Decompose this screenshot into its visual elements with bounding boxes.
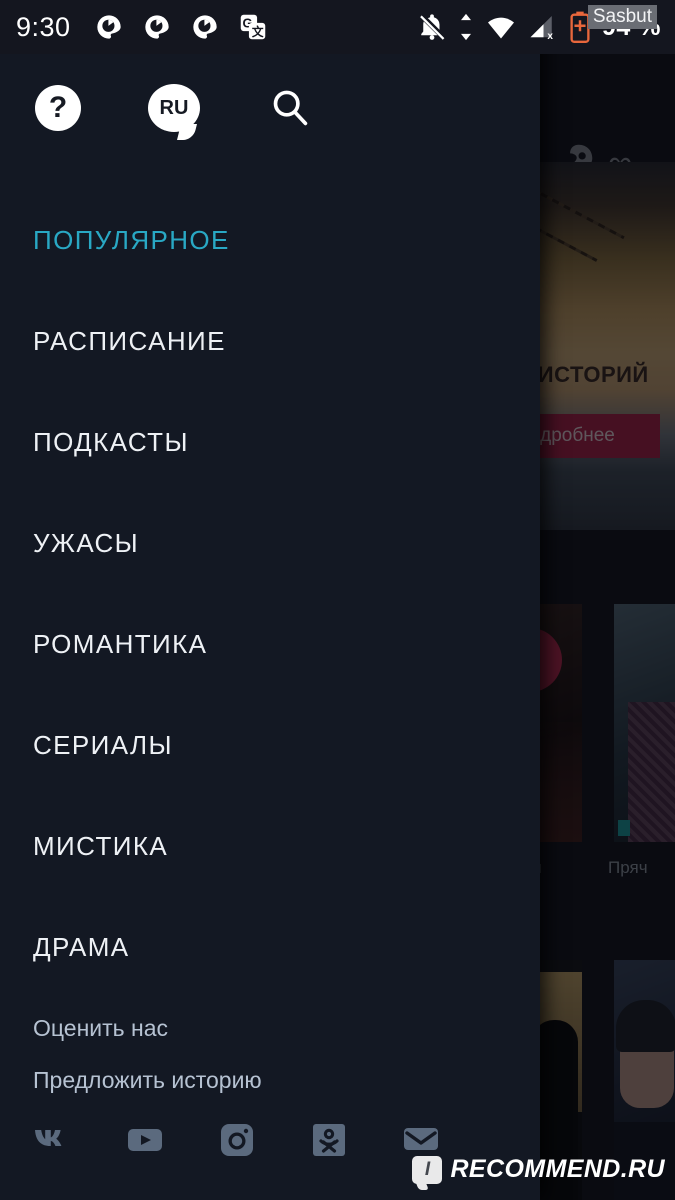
search-button[interactable] bbox=[262, 80, 318, 136]
phone-screen: ∞ Е ИСТОРИЙ одробнее ая Пряч bbox=[0, 0, 675, 1200]
watermark-text: RECOMMEND.RU bbox=[450, 1155, 665, 1183]
menu-item-label: РОМАНТИКА bbox=[33, 629, 208, 659]
menu-item-romance[interactable]: РОМАНТИКА bbox=[0, 594, 540, 695]
menu-item-label: РАСПИСАНИЕ bbox=[33, 326, 226, 356]
menu-item-label: ДРАМА bbox=[33, 932, 130, 962]
menu-item-label: СЕРИАЛЫ bbox=[33, 730, 173, 760]
menu-item-schedule[interactable]: РАСПИСАНИЕ bbox=[0, 291, 540, 392]
youtube-icon[interactable] bbox=[125, 1120, 165, 1160]
menu-item-label: УЖАСЫ bbox=[33, 528, 140, 558]
menu-item-podcasts[interactable]: ПОДКАСТЫ bbox=[0, 392, 540, 493]
status-bar-system-icons: x 94 % Sasbut bbox=[417, 5, 661, 43]
instagram-icon[interactable] bbox=[217, 1120, 257, 1160]
social-links-row bbox=[33, 1120, 441, 1160]
menu-item-label: МИСТИКА bbox=[33, 831, 169, 861]
chat-bubble-notification-icon bbox=[96, 15, 121, 39]
navigation-drawer: ? RU ПОПУЛЯРНОЕ РАСПИСАНИЕ ПОДКАСТЫ УЖАС… bbox=[0, 0, 540, 1200]
chat-bubble-notification-icon bbox=[144, 15, 169, 39]
notifications-off-icon bbox=[420, 13, 447, 40]
menu-item-mystic[interactable]: МИСТИКА bbox=[0, 796, 540, 897]
status-bar-notification-icons: G 文 bbox=[95, 13, 267, 41]
watermark-logo-icon: I bbox=[412, 1155, 443, 1184]
link-rate-us[interactable]: Оценить нас bbox=[33, 1002, 540, 1054]
recommend-ru-watermark: I RECOMMEND.RU bbox=[412, 1155, 665, 1184]
drawer-scroll-area[interactable]: ? RU ПОПУЛЯРНОЕ РАСПИСАНИЕ ПОДКАСТЫ УЖАС… bbox=[0, 54, 540, 1200]
drawer-link-list: Оценить нас Предложить историю bbox=[0, 998, 540, 1106]
drawer-toolbar: ? RU bbox=[0, 54, 540, 162]
drawer-menu-list: ПОПУЛЯРНОЕ РАСПИСАНИЕ ПОДКАСТЫ УЖАСЫ РОМ… bbox=[0, 162, 540, 998]
chat-bubble-notification-icon bbox=[192, 15, 217, 39]
status-bar-clock: 9:30 bbox=[16, 11, 71, 42]
menu-item-horror[interactable]: УЖАСЫ bbox=[0, 493, 540, 594]
data-transfer-arrows-icon bbox=[461, 13, 472, 41]
vk-icon[interactable] bbox=[33, 1120, 73, 1160]
sasbut-overlay-tag: Sasbut bbox=[587, 5, 657, 29]
language-bubble-icon: RU bbox=[148, 84, 200, 132]
wifi-icon bbox=[488, 17, 515, 39]
menu-item-label: ПОДКАСТЫ bbox=[33, 427, 189, 457]
menu-item-popular[interactable]: ПОПУЛЯРНОЕ bbox=[0, 190, 540, 291]
menu-item-series[interactable]: СЕРИАЛЫ bbox=[0, 695, 540, 796]
email-icon[interactable] bbox=[401, 1120, 441, 1160]
menu-item-label: ПОПУЛЯРНОЕ bbox=[33, 225, 230, 255]
cellular-no-sim-icon: x bbox=[530, 16, 553, 42]
menu-item-drama[interactable]: ДРАМА bbox=[0, 897, 540, 998]
svg-text:文: 文 bbox=[250, 25, 263, 39]
svg-text:x: x bbox=[547, 31, 553, 42]
link-suggest-story[interactable]: Предложить историю bbox=[33, 1054, 540, 1106]
search-icon bbox=[273, 90, 308, 126]
odnoklassniki-icon[interactable] bbox=[309, 1120, 349, 1160]
language-button[interactable]: RU bbox=[146, 80, 202, 136]
help-icon: ? bbox=[35, 85, 81, 131]
status-bar: 9:30 G 文 x Sasbut bbox=[0, 0, 675, 54]
help-button[interactable]: ? bbox=[30, 80, 86, 136]
google-translate-icon: G 文 bbox=[240, 14, 265, 40]
